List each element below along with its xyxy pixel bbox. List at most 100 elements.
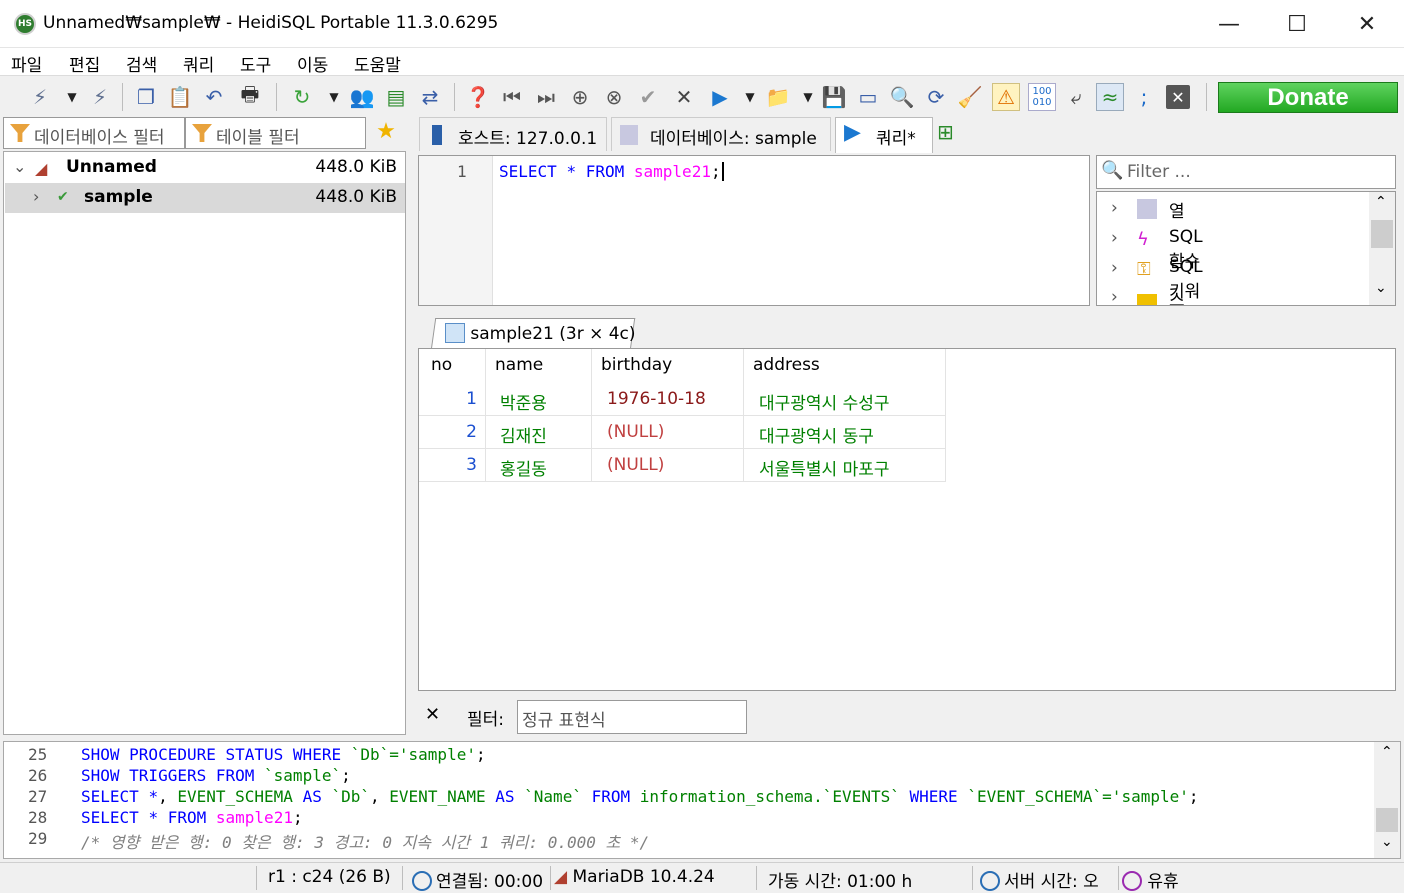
cancel-icon[interactable]: ✕ — [670, 83, 698, 111]
lightning-icon: ϟ — [1137, 229, 1149, 250]
delete-icon[interactable]: ⊗ — [600, 83, 628, 111]
database-tree[interactable]: ⌄ ◢ Unnamed 448.0 KiB › ✔ sample 448.0 K… — [3, 151, 406, 735]
chevron-right-icon[interactable]: › — [1111, 198, 1118, 218]
tree-node-database[interactable]: › ✔ sample 448.0 KiB — [5, 183, 405, 213]
table-cell[interactable]: 1976-10-18 — [592, 383, 744, 416]
save-snippet-icon[interactable]: ▭ — [854, 83, 882, 111]
warning-icon[interactable]: ⚠ — [992, 83, 1020, 111]
save-icon[interactable]: 💾 — [820, 83, 848, 111]
chevron-right-icon[interactable]: › — [33, 187, 39, 206]
sync-icon[interactable]: ⇄ — [416, 83, 444, 111]
scroll-thumb[interactable] — [1371, 220, 1393, 248]
user-manager-icon[interactable]: 👥 — [348, 83, 376, 111]
dropdown-arrow-icon[interactable]: ▼ — [736, 83, 764, 111]
helper-scrollbar[interactable]: ⌃ ⌄ — [1369, 192, 1395, 305]
menu-query[interactable]: 쿼리 — [183, 51, 214, 76]
table-cell-null[interactable]: (NULL) — [592, 449, 744, 482]
result-tab-label[interactable]: sample21 (3r × 4c) — [445, 323, 636, 344]
search-icon: 🔍 — [1101, 160, 1124, 181]
undo-icon[interactable]: ↶ — [200, 83, 228, 111]
table-cell[interactable]: 홍길동 — [486, 449, 592, 482]
sql-log[interactable]: 25 SHOW PROCEDURE STATUS WHERE `Db`='sam… — [3, 741, 1401, 859]
tab-query[interactable]: ▶ 쿼리* — [835, 117, 933, 153]
table-cell[interactable]: 1 — [419, 383, 486, 416]
autocomplete-icon[interactable]: ≈ — [1096, 83, 1124, 111]
helper-list[interactable]: › 열 › ϟ SQL 함수 › ⚿ SQL 키워드 › 스니펫 ⌃ ⌄ — [1096, 191, 1396, 306]
wrap-icon[interactable]: ⤶ — [1062, 83, 1090, 111]
run-icon[interactable]: ▶ — [706, 83, 734, 111]
donate-button[interactable]: Donate — [1218, 82, 1398, 113]
table-cell-null[interactable]: (NULL) — [592, 416, 744, 449]
menu-goto[interactable]: 이동 — [297, 51, 328, 76]
disconnect-icon[interactable]: ⚡ — [86, 83, 114, 111]
database-filter-input[interactable]: 데이터베이스 필터 — [3, 117, 185, 149]
tab-database[interactable]: 데이터베이스: sample — [611, 117, 831, 151]
log-text: SHOW TRIGGERS FROM `sample`; — [81, 766, 351, 785]
log-scrollbar[interactable]: ⌃ ⌄ — [1374, 742, 1400, 858]
copy-icon[interactable]: ❐ — [132, 83, 160, 111]
scroll-up-icon[interactable]: ⌃ — [1381, 744, 1393, 760]
menu-tools[interactable]: 도구 — [240, 51, 271, 76]
tab-host[interactable]: 호스트: 127.0.0.1 — [419, 117, 607, 151]
chevron-right-icon[interactable]: › — [1111, 228, 1118, 248]
table-cell[interactable]: 서울특별시 마포구 — [744, 449, 946, 482]
close-filter-icon[interactable]: ✕ — [425, 704, 440, 725]
chevron-down-icon[interactable]: ⌄ — [13, 157, 26, 176]
binary-icon[interactable]: 100 010 — [1028, 83, 1056, 111]
help-icon[interactable]: ❓ — [464, 83, 492, 111]
format-icon[interactable]: 🧹 — [956, 83, 984, 111]
table-filter-input[interactable]: 테이블 필터 — [185, 117, 366, 149]
column-header-birthday[interactable]: birthday — [601, 355, 672, 375]
keyword-select: SELECT — [499, 162, 557, 181]
add-icon[interactable]: ⊕ — [566, 83, 594, 111]
table-cell[interactable]: 김재진 — [486, 416, 592, 449]
first-icon[interactable]: ⏮ — [498, 83, 526, 111]
new-query-tab-icon[interactable]: ⊞ — [937, 117, 967, 151]
dropdown-arrow-icon[interactable]: ▼ — [320, 83, 348, 111]
scroll-thumb[interactable] — [1376, 808, 1398, 832]
tree-node-session[interactable]: ⌄ ◢ Unnamed 448.0 KiB — [5, 153, 405, 183]
scroll-down-icon[interactable]: ⌄ — [1375, 280, 1387, 296]
column-header-no[interactable]: no — [431, 355, 452, 375]
stop-icon[interactable]: ✕ — [1166, 85, 1190, 109]
menu-edit[interactable]: 편집 — [69, 51, 100, 76]
last-icon[interactable]: ⏭ — [532, 83, 560, 111]
paste-icon[interactable]: 📋 — [166, 83, 194, 111]
result-grid[interactable]: no name birthday address 1 박준용 1976-10-1… — [418, 348, 1396, 691]
close-button[interactable]: ✕ — [1332, 0, 1402, 48]
dropdown-arrow-icon[interactable]: ▼ — [794, 83, 822, 111]
line-number: 1 — [457, 162, 467, 181]
table-cell[interactable]: 3 — [419, 449, 486, 482]
maximize-button[interactable]: ☐ — [1262, 0, 1332, 48]
print-icon[interactable]: 🖶 — [236, 82, 264, 111]
editor-line[interactable]: SELECT * FROM sample21; — [499, 162, 724, 181]
column-header-name[interactable]: name — [495, 355, 543, 375]
post-icon[interactable]: ✔ — [634, 83, 662, 111]
chevron-right-icon[interactable]: › — [1111, 258, 1118, 278]
table-cell[interactable]: 대구광역시 동구 — [744, 416, 946, 449]
menu-file[interactable]: 파일 — [11, 51, 42, 76]
chevron-right-icon[interactable]: › — [1111, 287, 1118, 305]
scroll-up-icon[interactable]: ⌃ — [1375, 194, 1387, 210]
replace-icon[interactable]: ⟳ — [922, 83, 950, 111]
table-cell[interactable]: 2 — [419, 416, 486, 449]
table-cell[interactable]: 대구광역시 수성구 — [744, 383, 946, 416]
favorites-star-icon[interactable]: ★ — [368, 119, 404, 149]
regex-filter-input[interactable]: 정규 표현식 — [517, 700, 747, 734]
editor-gutter: 1 — [419, 156, 493, 305]
dropdown-arrow-icon[interactable]: ▼ — [58, 83, 86, 111]
menu-help[interactable]: 도움말 — [354, 51, 401, 76]
connect-icon[interactable]: ⚡ — [26, 83, 54, 111]
sql-editor[interactable]: 1 SELECT * FROM sample21; — [418, 155, 1090, 306]
open-folder-icon[interactable]: 📁 — [764, 83, 792, 111]
minimize-button[interactable]: — — [1194, 0, 1264, 48]
find-icon[interactable]: 🔍 — [888, 83, 916, 111]
helper-filter-input[interactable]: 🔍 Filter ... — [1096, 155, 1396, 189]
semicolon-icon[interactable]: ; — [1130, 83, 1158, 111]
column-header-address[interactable]: address — [753, 355, 820, 375]
scroll-down-icon[interactable]: ⌄ — [1381, 834, 1393, 850]
table-cell[interactable]: 박준용 — [486, 383, 592, 416]
refresh-icon[interactable]: ↻ — [288, 83, 316, 111]
export-icon[interactable]: ▤ — [382, 83, 410, 111]
menu-search[interactable]: 검색 — [126, 51, 157, 76]
